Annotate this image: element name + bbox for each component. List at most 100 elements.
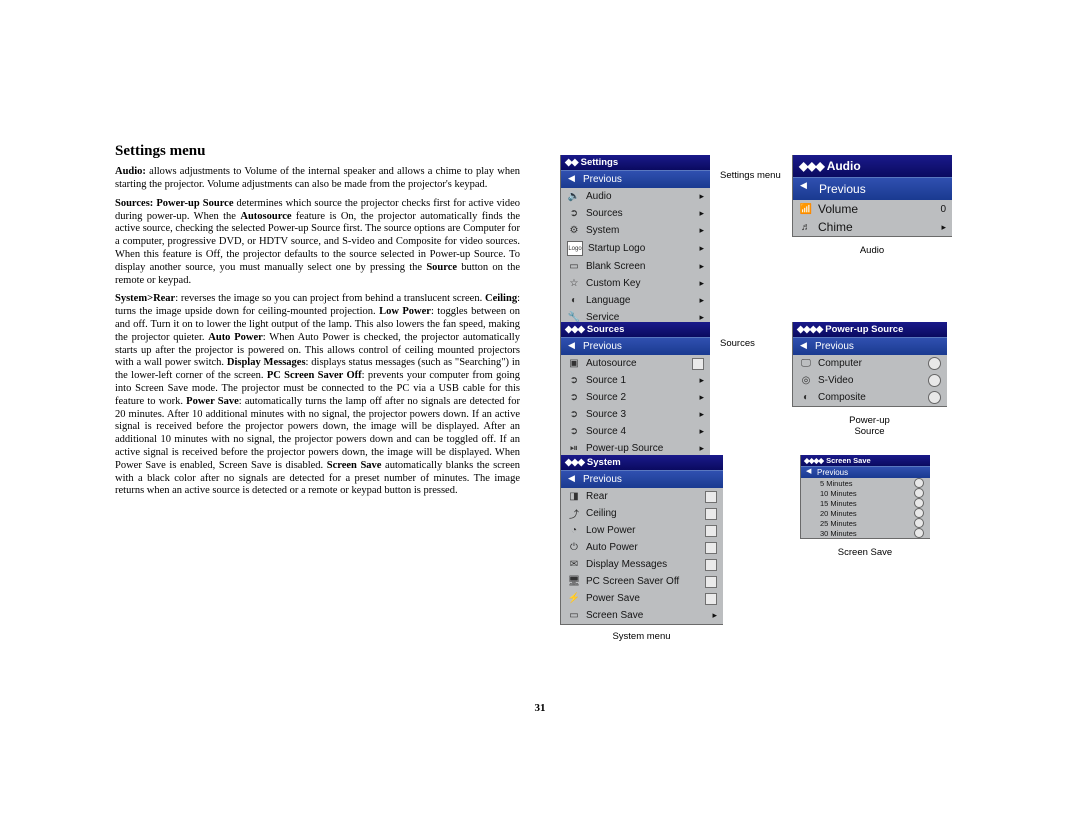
menu-title: ◆◆◆ Sources — [561, 322, 710, 337]
text-run: : reverses the image so you can project … — [175, 293, 485, 304]
menu-title: ◆◆◆ Audio — [793, 155, 952, 177]
item-label: Startup Logo — [588, 243, 694, 254]
bold-term: Sources: Power-up Source — [115, 198, 233, 209]
sources-menu: ◆◆◆ Sources Previous ▣ Autosource ➲Source … — [560, 322, 710, 458]
label: Volume — [818, 202, 935, 216]
menu-items: 5 Minutes10 Minutes15 Minutes20 Minutes2… — [801, 478, 930, 538]
menu-item-chime[interactable]: ♬Chime▸ — [793, 218, 952, 236]
radio-icon — [928, 374, 941, 387]
checkbox-icon — [705, 542, 717, 554]
menu-title: ◆◆◆ System — [561, 455, 723, 470]
item-label: 20 Minutes — [820, 509, 909, 518]
menu-item[interactable]: ➲Source 3▸ — [561, 406, 710, 423]
arrow-icon: ▸ — [941, 222, 946, 233]
arrow-icon: ▸ — [712, 610, 717, 621]
audio-menu: ◆◆◆ Audio Previous 📶Volume0 ♬Chime▸ — [792, 155, 952, 237]
menu-item[interactable]: 5 Minutes — [801, 478, 930, 488]
bold-term: Autosource — [240, 211, 291, 222]
arrow-icon: ▸ — [699, 392, 704, 403]
bold-term: Low Power — [379, 306, 431, 317]
item-label: Power Save — [586, 593, 700, 604]
menu-item[interactable]: ▭Blank Screen▸ — [561, 258, 710, 275]
radio-icon — [928, 391, 941, 404]
menu-item[interactable]: ⏻Auto Power — [561, 539, 723, 556]
arrow-icon: ▸ — [699, 409, 704, 420]
arrow-icon: ▸ — [699, 191, 704, 202]
paragraph-audio: Audio: allows adjustments to Volume of t… — [115, 166, 520, 192]
menu-item[interactable]: ⤴Ceiling — [561, 505, 723, 522]
menu-item[interactable]: ◨Rear — [561, 488, 723, 505]
item-label: 10 Minutes — [820, 489, 909, 498]
item-label: Audio — [586, 191, 694, 202]
menu-items: 📶Volume0 ♬Chime▸ — [793, 200, 952, 236]
arrow-icon: ▸ — [699, 261, 704, 272]
menu-item[interactable]: 25 Minutes — [801, 518, 930, 528]
menu-item[interactable]: ➲Source 2▸ — [561, 389, 710, 406]
settings-menu: ◆◆ Settings Previous 🔊Audio▸➲Sources▸⚙Sy… — [560, 155, 710, 327]
powerup-menu: ◆◆◆◆ Power-up Source Previous 🖵Computer◎… — [792, 322, 947, 407]
checkbox-icon — [705, 593, 717, 605]
bold-term: Power Save — [186, 396, 239, 407]
item-label: Composite — [818, 392, 923, 403]
arrow-icon: ▸ — [699, 225, 704, 236]
menu-item[interactable]: ▣ Autosource — [561, 355, 710, 372]
menu-item[interactable]: 🖵Computer — [793, 355, 947, 372]
arrow-icon: ▸ — [699, 375, 704, 386]
item-icon: ➲ — [567, 391, 581, 404]
item-label: Autosource — [586, 358, 687, 369]
menu-item[interactable]: ◔Low Power — [561, 522, 723, 539]
menu-item[interactable]: ➲Source 1▸ — [561, 372, 710, 389]
item-label: PC Screen Saver Off — [586, 576, 700, 587]
menu-item[interactable]: ☆Custom Key▸ — [561, 275, 710, 292]
menu-item[interactable]: 🖥PC Screen Saver Off — [561, 573, 723, 590]
chime-icon: ♬ — [799, 221, 813, 234]
menu-item[interactable]: ◐Language▸ — [561, 292, 710, 309]
item-label: Screen Save — [586, 610, 707, 621]
menu-item[interactable]: ◎S-Video — [793, 372, 947, 389]
item-icon: ◨ — [567, 490, 581, 503]
menu-item[interactable]: 15 Minutes — [801, 498, 930, 508]
system-menu: ◆◆◆ System Previous ◨Rear⤴Ceiling◔Low Po… — [560, 455, 723, 625]
menu-item[interactable]: ◐Composite — [793, 389, 947, 406]
item-label: 25 Minutes — [820, 519, 909, 528]
menu-item[interactable]: ➲Source 4▸ — [561, 423, 710, 440]
prev-item[interactable]: Previous — [801, 466, 930, 478]
menu-item[interactable]: LogoStartup Logo▸ — [561, 239, 710, 258]
item-icon: ⚙ — [567, 224, 581, 237]
menu-item[interactable]: ▭Screen Save▸ — [561, 607, 723, 624]
menu-items: 🖵Computer◎S-Video◐Composite — [793, 355, 947, 406]
menu-item[interactable]: 🔊Audio▸ — [561, 188, 710, 205]
menu-item[interactable]: ➲Sources▸ — [561, 205, 710, 222]
checkbox-icon — [705, 508, 717, 520]
text-run: allows adjustments to Volume of the inte… — [115, 166, 520, 190]
menu-item[interactable]: ⚡ Power Save — [561, 590, 723, 607]
prev-item[interactable]: Previous — [561, 470, 723, 488]
bold-term: Ceiling — [485, 293, 517, 304]
prev-item[interactable]: Previous — [793, 337, 947, 355]
item-label: Low Power — [586, 525, 700, 536]
menu-item[interactable]: 30 Minutes — [801, 528, 930, 538]
title-text: Screen Save — [826, 456, 871, 465]
item-label: Power-up Source — [586, 443, 694, 454]
menu-item[interactable]: 10 Minutes — [801, 488, 930, 498]
checkbox-icon — [705, 576, 717, 588]
paragraph-system: System>Rear: reverses the image so you c… — [115, 293, 520, 498]
prev-item[interactable]: Previous — [561, 337, 710, 355]
menu-item[interactable]: 20 Minutes — [801, 508, 930, 518]
prev-item[interactable]: Previous — [793, 177, 952, 200]
item-label: S-Video — [818, 375, 923, 386]
page-number: 31 — [535, 702, 546, 714]
item-icon: ⚡ — [567, 592, 581, 605]
caption-settings: Settings menu — [720, 170, 781, 181]
bold-term: Display Messages — [227, 357, 306, 368]
title-text: Audio — [827, 159, 861, 173]
prev-item[interactable]: Previous — [561, 170, 710, 188]
menu-item[interactable]: ✉Display Messages — [561, 556, 723, 573]
item-icon: ➲ — [567, 207, 581, 220]
radio-icon — [914, 518, 924, 528]
arrow-icon: ▸ — [699, 426, 704, 437]
menu-item[interactable]: ⚙System▸ — [561, 222, 710, 239]
item-label: Language — [586, 295, 694, 306]
menu-item-volume[interactable]: 📶Volume0 — [793, 200, 952, 218]
item-icon: ▣ — [567, 357, 581, 370]
